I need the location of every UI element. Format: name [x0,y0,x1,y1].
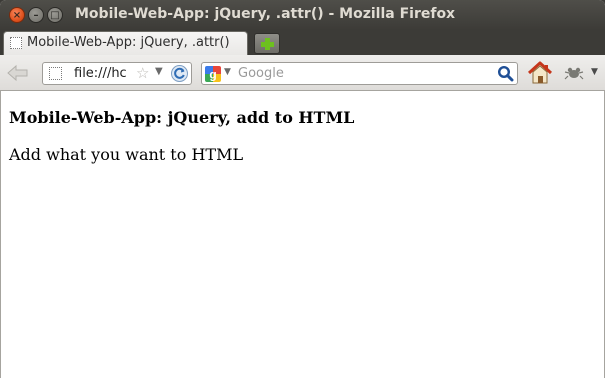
url-text[interactable]: file:///hc [74,66,132,81]
title-bar[interactable]: × – □ Mobile-Web-App: jQuery, .attr() - … [0,0,605,30]
page-icon [10,37,22,49]
tab-active[interactable]: Mobile-Web-App: jQuery, .attr() [3,31,248,55]
page-icon [49,67,62,80]
page-heading: Mobile-Web-App: jQuery, add to HTML [9,108,355,127]
google-icon[interactable]: g [205,66,221,82]
window-title: Mobile-Web-App: jQuery, .attr() - Mozill… [75,6,456,22]
search-input[interactable] [238,65,488,82]
svg-text:g: g [209,68,216,82]
page-paragraph: Add what you want to HTML [9,145,244,164]
new-tab-button[interactable] [254,33,280,54]
dropdown-arrow-icon[interactable]: ▼ [224,67,231,77]
dropdown-arrow-icon[interactable]: ▼ [155,66,163,77]
close-window-button[interactable]: × [9,7,25,23]
browser-window: × – □ Mobile-Web-App: jQuery, .attr() - … [0,0,605,378]
menu-dropdown-arrow-icon[interactable]: ▼ [591,67,598,77]
bookmark-star-icon[interactable]: ☆ [136,64,149,82]
back-arrow-icon [7,64,28,82]
search-magnifier-icon[interactable] [497,65,514,82]
search-bar[interactable]: g ▼ [201,62,518,85]
addon-icon[interactable] [564,65,584,81]
page-content: Mobile-Web-App: jQuery, add to HTML Add … [0,91,605,378]
back-button[interactable] [6,64,30,82]
reload-icon[interactable] [171,65,188,82]
url-bar[interactable]: file:///hc ☆ ▼ [42,62,192,85]
navigation-toolbar: file:///hc ☆ ▼ g ▼ Google ▼ [0,55,605,91]
minimize-window-button[interactable]: – [28,7,44,23]
tab-label: Mobile-Web-App: jQuery, .attr() [27,35,230,50]
tab-strip: Mobile-Web-App: jQuery, .attr() [0,30,605,55]
maximize-window-button[interactable]: □ [47,7,63,23]
home-icon[interactable] [527,60,553,86]
